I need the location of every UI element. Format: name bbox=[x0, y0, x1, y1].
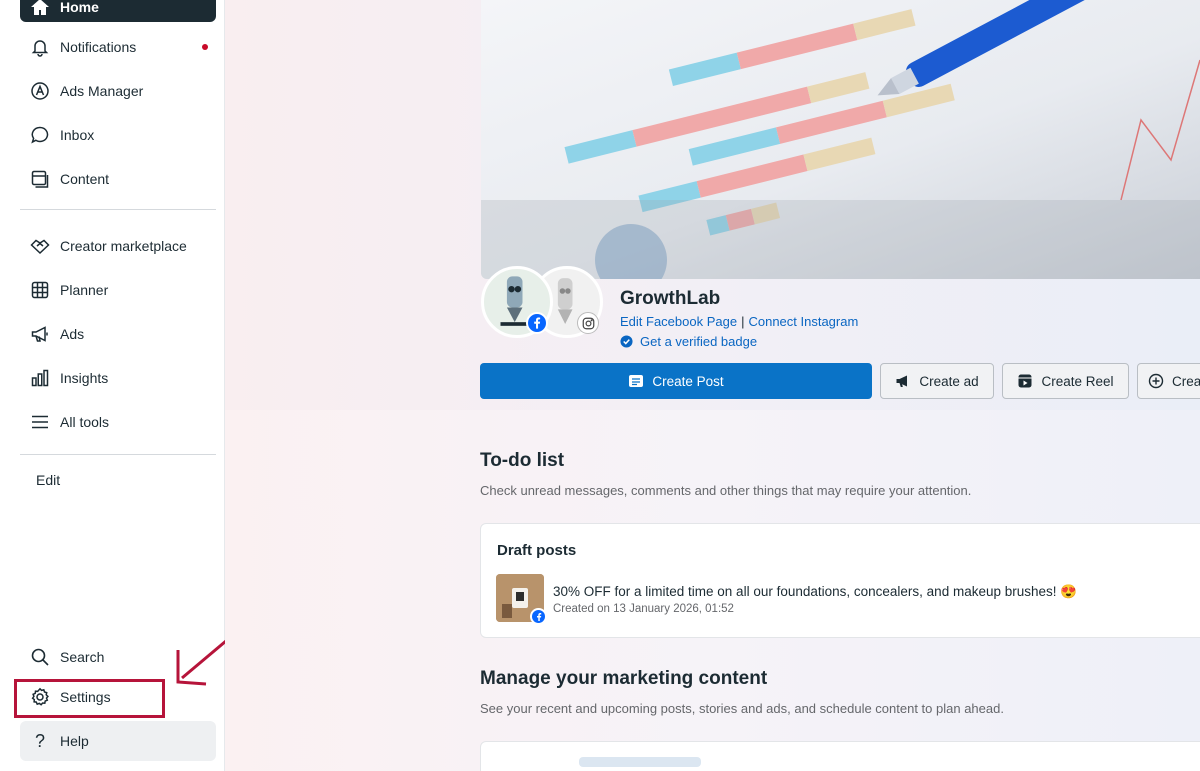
create-ad-label: Create ad bbox=[919, 373, 979, 389]
menu-icon bbox=[30, 412, 50, 432]
sidebar-item-label: Home bbox=[60, 0, 99, 15]
draft-posts-card: Draft posts 30% OFF for a limited time o… bbox=[480, 523, 1200, 638]
sidebar-divider bbox=[20, 209, 216, 210]
sidebar-item-home[interactable]: Home bbox=[20, 0, 216, 22]
todo-title: To-do list bbox=[480, 450, 565, 471]
sidebar-item-content[interactable]: Content bbox=[20, 159, 216, 199]
chat-bubble-icon bbox=[30, 125, 50, 145]
verified-badge-label: Get a verified badge bbox=[640, 334, 758, 349]
draft-posts-title: Draft posts bbox=[497, 542, 577, 559]
bell-icon bbox=[30, 37, 50, 57]
content-icon bbox=[30, 169, 50, 189]
edit-sidebar-button[interactable]: Edit bbox=[36, 472, 60, 488]
sidebar-item-label: Content bbox=[60, 171, 110, 187]
notification-dot bbox=[202, 44, 208, 50]
sidebar-item-all-tools[interactable]: All tools bbox=[20, 402, 216, 442]
question-mark-icon: ? bbox=[34, 730, 45, 751]
sidebar-item-label: Search bbox=[60, 649, 105, 665]
marketing-tab[interactable] bbox=[579, 757, 701, 767]
marketing-title: Manage your marketing content bbox=[480, 668, 768, 689]
facebook-icon bbox=[530, 608, 547, 625]
sidebar-item-label: Insights bbox=[60, 370, 109, 386]
megaphone-icon bbox=[896, 375, 908, 387]
bar-chart-icon bbox=[30, 368, 50, 388]
facebook-icon bbox=[526, 312, 548, 334]
cover-photo bbox=[481, 0, 1200, 279]
create-more-button[interactable]: Crea bbox=[1137, 363, 1200, 399]
sidebar-item-help[interactable]: ? Help bbox=[20, 721, 216, 761]
plus-circle-icon bbox=[1148, 373, 1164, 389]
profile-links: Edit Facebook Page | Connect Instagram bbox=[620, 314, 858, 329]
sidebar-item-label: Inbox bbox=[60, 127, 95, 143]
page-title: GrowthLab bbox=[620, 288, 721, 309]
reel-icon bbox=[1018, 374, 1032, 388]
verified-badge-link[interactable]: Get a verified badge bbox=[620, 334, 757, 349]
sidebar-item-label: Ads Manager bbox=[60, 83, 144, 99]
search-icon bbox=[30, 647, 50, 667]
sidebar-item-label: Help bbox=[60, 733, 89, 749]
sidebar-item-label: Creator marketplace bbox=[60, 238, 187, 254]
post-icon bbox=[629, 375, 644, 387]
marketing-subtitle: See your recent and upcoming posts, stor… bbox=[480, 701, 1004, 716]
sidebar-item-creator-marketplace[interactable]: Creator marketplace bbox=[20, 226, 216, 266]
edit-facebook-page-link[interactable]: Edit Facebook Page bbox=[620, 314, 737, 329]
sidebar-item-ads[interactable]: Ads bbox=[20, 314, 216, 354]
connect-instagram-link[interactable]: Connect Instagram bbox=[748, 314, 858, 329]
create-more-label: Crea bbox=[1172, 373, 1200, 389]
sidebar-item-label: Ads bbox=[60, 326, 85, 342]
sidebar-item-ads-manager[interactable]: Ads Manager bbox=[20, 71, 216, 111]
create-reel-button[interactable]: Create Reel bbox=[1002, 363, 1129, 399]
sidebar-item-notifications[interactable]: Notifications bbox=[20, 27, 216, 67]
calendar-grid-icon bbox=[30, 280, 50, 300]
sidebar-item-label: Notifications bbox=[60, 39, 137, 55]
sidebar-item-inbox[interactable]: Inbox bbox=[20, 115, 216, 155]
link-separator: | bbox=[741, 314, 745, 329]
sidebar-item-label: All tools bbox=[60, 414, 110, 430]
verified-check-icon bbox=[620, 335, 633, 348]
create-post-button[interactable]: Create Post bbox=[480, 363, 872, 399]
sidebar-divider bbox=[20, 454, 216, 455]
draft-post-text[interactable]: 30% OFF for a limited time on all our fo… bbox=[553, 584, 1077, 600]
ads-manager-icon bbox=[30, 81, 50, 101]
create-post-label: Create Post bbox=[652, 373, 724, 389]
todo-subtitle: Check unread messages, comments and othe… bbox=[480, 483, 972, 498]
instagram-icon bbox=[577, 312, 599, 334]
sidebar-item-insights[interactable]: Insights bbox=[20, 358, 216, 398]
marketing-content-card bbox=[480, 741, 1200, 771]
sidebar-item-label: Planner bbox=[60, 282, 109, 298]
create-ad-button[interactable]: Create ad bbox=[880, 363, 994, 399]
home-icon bbox=[30, 0, 50, 17]
sidebar-item-planner[interactable]: Planner bbox=[20, 270, 216, 310]
megaphone-icon bbox=[30, 324, 50, 344]
draft-post-date: Created on 13 January 2026, 01:52 bbox=[553, 603, 734, 615]
settings-highlight-box bbox=[14, 679, 165, 718]
handshake-icon bbox=[30, 236, 50, 256]
create-reel-label: Create Reel bbox=[1041, 373, 1114, 389]
